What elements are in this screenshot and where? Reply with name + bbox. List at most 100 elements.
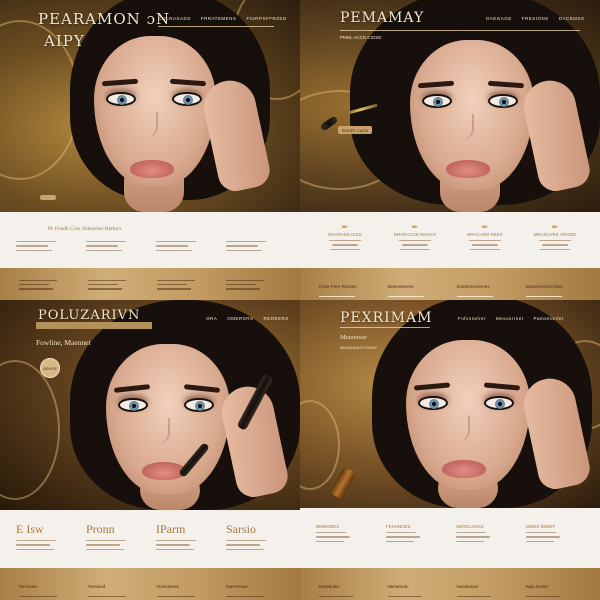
nav-link[interactable]: Mesosrrnet [496,316,524,321]
footer-column-title: Tomsuies [18,584,38,589]
nav-link[interactable]: ORA [206,316,217,321]
column-title: Sarsio [226,522,256,536]
top-nav: ORA OMERSRS REREERS [206,316,289,321]
panel-bottom-left: POLUZARIVN ORA OMERSRS REREERS Fowline, … [0,300,300,600]
info-columns [0,238,300,252]
column-title: BRACARD KEES [467,232,503,237]
info-column: IParm [156,522,214,551]
nav-link[interactable]: DACEMSS [559,16,585,21]
footer-columns: Drewtirate Nemeredo Nueatssoe Wpa Doser [300,575,600,600]
column-title: SERSCANCE [456,524,485,529]
nav-link[interactable]: OMERSRS [227,316,253,321]
info-column: FESHNDES [386,524,444,543]
feather-icon: ✒ [551,222,559,232]
footer-column: Wpa Doser [525,575,582,600]
decorative-swirl [300,400,340,490]
footer-column-title: Nueatssoe [456,584,479,589]
brand-title: POLUZARIVN [38,308,141,323]
footer-column [225,277,282,290]
nav-divider [158,26,274,27]
column-title: MEASUVES SROOE [533,232,577,237]
hero-tagline: PMNL ACCN CIOSE [340,35,382,40]
footer-column-title: Manerteinres [387,284,414,289]
info-section: Pe Fnadh Cros Sblenshss Rnthn's [0,212,300,268]
info-column [16,238,74,252]
info-columns: E Isw Pronn IParm Sarsio [0,522,300,551]
footer-column: Vonsoleres [156,575,213,600]
info-column: ✒ ENARANS ICSS [316,222,374,251]
brand-title: PEMAMAY [340,10,425,26]
info-heading: Pe Fnadh Cros Sblenshss Rnthn's [48,226,122,232]
nav-link[interactable]: FRRATEMENS [201,16,237,21]
title-underline-bar [36,322,152,329]
info-column: ✒ MEASUVES SROOE [526,222,584,251]
nav-link[interactable]: Fohinselrer [458,316,486,321]
footer-column [18,277,75,290]
hero-section: PEXRIMAM Fohinselrer Mesosrrnet Pamsmonf… [300,300,600,508]
nav-link[interactable]: DAEGAGE [486,16,512,21]
footer-column-title: Creer Fere Rasses [318,284,357,289]
model-portrait [70,300,300,510]
footer-column-title: Vonsoleres [156,584,179,589]
footer-column-title: Drewtirate [318,584,340,589]
column-title: IParm [156,522,186,536]
footer-columns: Tomsuies Tossuied Vonsoleres Samrrenee [0,575,300,600]
model-portrait [350,0,600,212]
panel-bottom-right: PEXRIMAM Fohinselrer Mesosrrnet Pamsmonf… [300,300,600,600]
footer-column: Creer Fere Rasses [318,275,375,300]
moodboard-grid: PEARAMON ɔN AIPY CUCRASADS FRRATEMENS FI… [0,0,600,600]
decorative-swirl [0,360,60,500]
top-nav: DAEGAGE FRESIONS DACEMSS [486,16,585,21]
footer-column: Tossuied [87,575,144,600]
header-rule [340,30,580,31]
nav-link[interactable]: Pamsmonfer [534,316,565,321]
footer-columns [0,277,300,290]
top-nav: CUCRASADS FRRATEMENS FIURPSFFRZED [158,16,287,21]
circle-button[interactable]: AEHOE [40,358,60,378]
model-portrait [372,300,600,508]
nav-link[interactable]: FIURPSFFRZED [246,16,286,21]
hero-button[interactable] [40,195,56,200]
brand-title: PEXRIMAM [340,310,433,326]
info-section: E Isw Pronn IParm Sarsio [0,510,300,568]
column-title: BMMODES [316,524,340,529]
info-columns: BMMODES FESHNDES SERSCANCE MMES IMMET [300,524,600,543]
panel-top-right: PEMAMAY DAEGAGE FRESIONS DACEMSS PMNL AC… [300,0,600,300]
nav-link[interactable]: FRESIONS [522,16,549,21]
feather-icon: ✒ [341,222,349,232]
hero-section: PEMAMAY DAEGAGE FRESIONS DACEMSS PMNL AC… [300,0,600,212]
footer-column: Drewtirate [318,575,375,600]
info-column: Pronn [86,522,144,551]
feather-icon: ✒ [481,222,489,232]
info-column: BMMODES [316,524,374,543]
footer-column-title: Samrrenee [225,584,248,589]
footer-band: Tomsuies Tossuied Vonsoleres Samrrenee [0,568,300,600]
hero-section: POLUZARIVN ORA OMERSRS REREERS Fowline, … [0,300,300,510]
info-column [156,238,214,252]
footer-band [0,268,300,300]
model-portrait [60,0,280,212]
footer-column: Nemeredo [387,575,444,600]
footer-column: Ssiclemncermes [456,275,513,300]
info-section: ✒ ENARANS ICSS ✒ ERARACCE ENACH ✒ BRACAR… [300,212,600,268]
column-title: Pronn [86,522,115,536]
column-title: FESHNDES [386,524,411,529]
nav-link[interactable]: REREERS [264,316,289,321]
footer-column: Samrrenee [225,575,282,600]
footer-column [87,277,144,290]
info-column [226,238,284,252]
footer-column-title: Wpa Doser [525,584,549,589]
hero-section: PEARAMON ɔN AIPY CUCRASADS FRRATEMENS FI… [0,0,300,212]
footer-column: Manerteinres [387,275,444,300]
footer-column-title: Saoeremchemises [525,284,563,289]
info-columns: ✒ ENARANS ICSS ✒ ERARACCE ENACH ✒ BRACAR… [300,222,600,251]
column-title: ERARACCE ENACH [393,232,436,237]
info-column [86,238,144,252]
nav-link[interactable]: CUCRASADS [158,16,191,21]
info-column: MMES IMMET [526,524,584,543]
footer-column-title: Nemeredo [387,584,409,589]
hero-button[interactable]: EMOFE CACH [338,126,372,134]
footer-column-title: Ssiclemncermes [456,284,490,289]
hero-subtagline: MMIAMNAS FOARE [340,345,377,350]
hero-tagline: Mauoosoc [340,334,368,341]
